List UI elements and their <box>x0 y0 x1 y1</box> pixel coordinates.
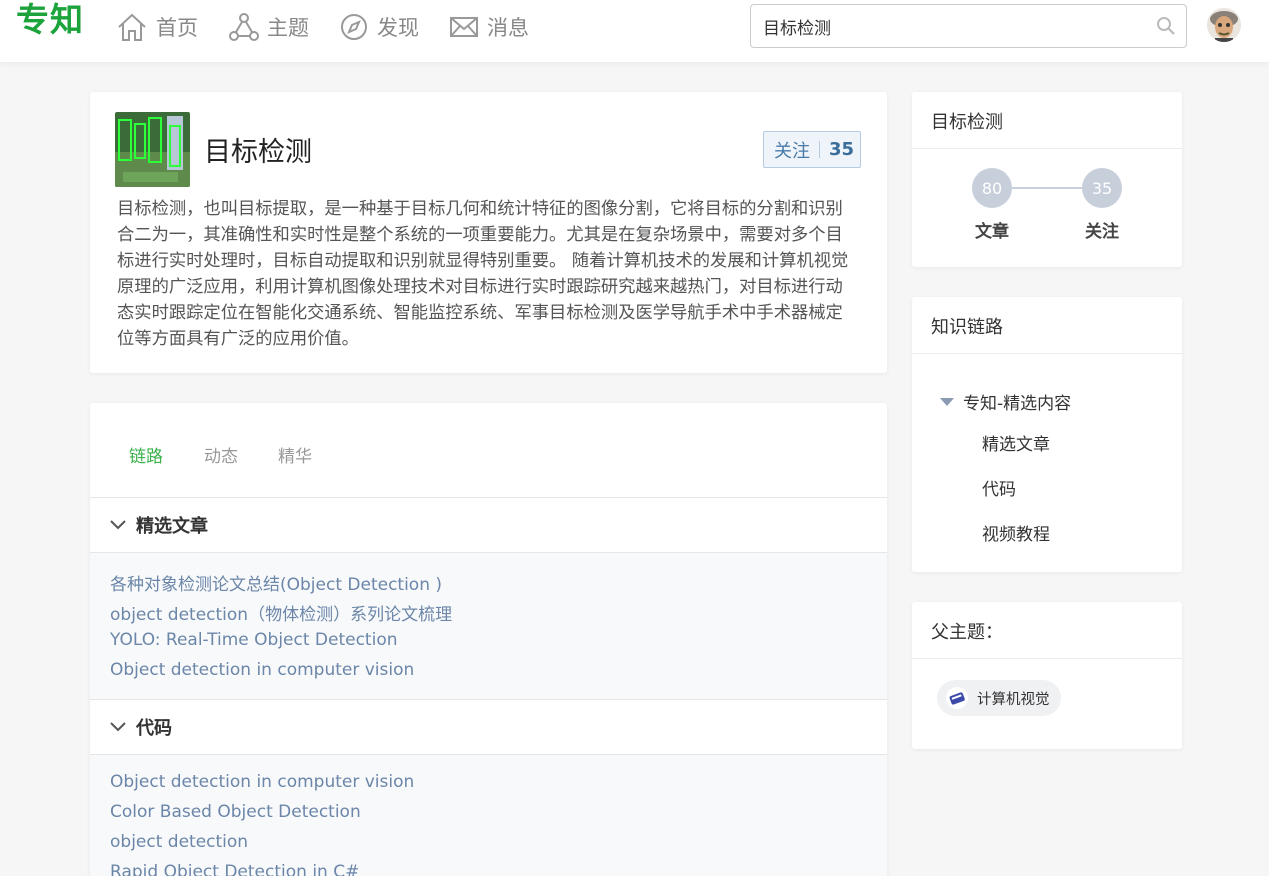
followers-label: 关注 <box>1085 222 1119 242</box>
parent-topic-title: 父主题： <box>931 622 1003 643</box>
compass-icon <box>341 14 367 40</box>
topic-card: 目标检测 关注 35 目标检测，也叫目标提取，是一种基于目标几何和统计特征的图像… <box>90 92 887 373</box>
article-link[interactable]: Object detection in computer vision <box>110 660 414 680</box>
topic-icon <box>229 13 259 41</box>
nav-topic[interactable]: 主题 <box>229 10 309 44</box>
avatar-face-icon <box>1207 8 1241 42</box>
camera-lens-icon <box>946 687 968 709</box>
tab-bar: 链路 动态 精华 <box>90 403 887 497</box>
section-title: 代码 <box>136 718 172 739</box>
nav-topic-label: 主题 <box>267 16 309 40</box>
tree-child-item[interactable]: 代码 <box>982 475 1016 500</box>
divider <box>912 353 1182 354</box>
knowledge-card-title: 知识链路 <box>931 317 1003 338</box>
stat-connector <box>1012 187 1082 189</box>
topic-description: 目标检测，也叫目标提取，是一种基于目标几何和统计特征的图像分割，它将目标的分割和… <box>117 199 849 349</box>
code-link[interactable]: Object detection in computer vision <box>110 772 414 792</box>
parent-topic-tag[interactable]: 计算机视觉 <box>937 680 1061 716</box>
follow-button[interactable]: 关注 35 <box>763 131 861 168</box>
articles-label: 文章 <box>975 222 1009 242</box>
tab-links[interactable]: 链路 <box>129 442 163 467</box>
home-icon <box>118 13 146 41</box>
follow-separator <box>819 141 820 158</box>
tree-child-item[interactable]: 精选文章 <box>982 430 1050 455</box>
tab-activity[interactable]: 动态 <box>204 442 238 467</box>
tree-child-item[interactable]: 视频教程 <box>982 520 1050 545</box>
divider <box>912 658 1182 659</box>
top-header: 专知 首页 主题 发现 消息 <box>0 0 1269 62</box>
user-avatar[interactable] <box>1207 8 1241 42</box>
search-icon[interactable] <box>1156 16 1176 36</box>
content-card: 链路 动态 精华 精选文章 各种对象检测论文总结(Object Detectio… <box>90 403 887 876</box>
tree-root-label: 专知-精选内容 <box>963 394 1072 414</box>
stats-card-title: 目标检测 <box>931 112 1003 133</box>
code-link[interactable]: Rapid Object Detection in C# <box>110 862 359 876</box>
section-title: 精选文章 <box>136 516 208 537</box>
logo[interactable]: 专知 <box>16 0 84 40</box>
search-input[interactable] <box>763 13 1143 39</box>
nav-discover-label: 发现 <box>377 16 419 40</box>
nav-messages-label: 消息 <box>487 16 529 40</box>
caret-down-icon <box>940 397 954 406</box>
article-link[interactable]: 各种对象检测论文总结(Object Detection ) <box>110 570 442 595</box>
tree-root-item[interactable]: 专知-精选内容 <box>940 389 1071 414</box>
follow-label: 关注 <box>774 140 810 162</box>
follow-count: 35 <box>829 139 855 160</box>
mail-icon <box>450 17 478 37</box>
stats-card: 目标检测 80 35 文章 关注 <box>912 92 1182 267</box>
article-link[interactable]: object detection（物体检测）系列论文梳理 <box>110 600 452 625</box>
topic-image <box>115 112 190 187</box>
articles-count[interactable]: 80 <box>972 168 1012 208</box>
code-link[interactable]: Color Based Object Detection <box>110 802 361 822</box>
parent-topic-label: 计算机视觉 <box>977 691 1050 708</box>
chevron-down-icon <box>110 520 126 530</box>
divider <box>912 148 1182 149</box>
topic-title: 目标检测 <box>204 137 312 168</box>
nav-home-label: 首页 <box>156 16 198 40</box>
tab-featured[interactable]: 精华 <box>278 442 312 467</box>
nav-messages[interactable]: 消息 <box>449 10 529 44</box>
code-link[interactable]: object detection <box>110 832 248 852</box>
article-link[interactable]: YOLO: Real-Time Object Detection <box>110 630 398 650</box>
nav-discover[interactable]: 发现 <box>339 10 419 44</box>
nav-home[interactable]: 首页 <box>116 10 198 44</box>
section-body-articles: 各种对象检测论文总结(Object Detection ) object det… <box>90 553 887 699</box>
parent-topic-card: 父主题： 计算机视觉 <box>912 602 1182 749</box>
topic-thumbnail <box>115 112 190 187</box>
section-body-code: Object detection in computer vision Colo… <box>90 755 887 876</box>
section-header-code[interactable]: 代码 <box>90 699 887 755</box>
knowledge-card: 知识链路 专知-精选内容 精选文章 代码 视频教程 <box>912 297 1182 572</box>
chevron-down-icon <box>110 722 126 732</box>
followers-count[interactable]: 35 <box>1082 168 1122 208</box>
search-box <box>750 4 1187 48</box>
section-header-articles[interactable]: 精选文章 <box>90 497 887 553</box>
